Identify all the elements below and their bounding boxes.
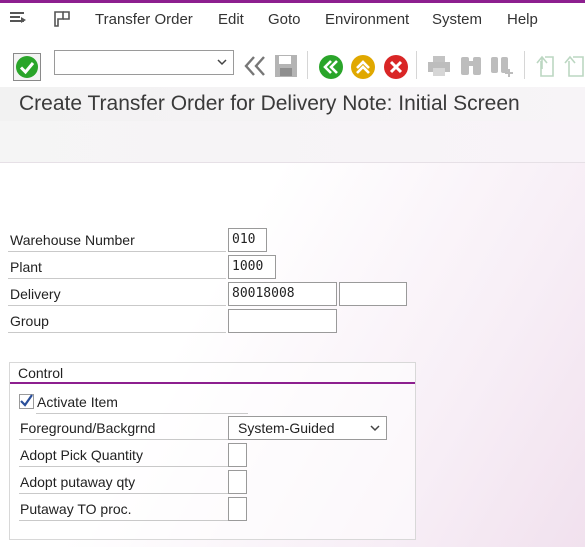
menu-icon[interactable] — [9, 10, 27, 29]
enter-icon — [16, 56, 38, 78]
warehouse-number-input[interactable]: 010 — [228, 228, 267, 252]
delivery-extra-input[interactable] — [339, 282, 407, 306]
delivery-input[interactable]: 80018008 — [228, 282, 337, 306]
control-group-title: Control — [18, 365, 64, 381]
plant-label: Plant — [8, 255, 226, 279]
adopt-putaway-qty-input[interactable] — [228, 470, 247, 494]
chevron-down-icon — [217, 59, 227, 66]
print-button[interactable] — [426, 53, 452, 82]
group-label: Group — [8, 309, 226, 333]
foreground-select-value: System-Guided — [238, 420, 335, 436]
foreground-select[interactable]: System-Guided — [228, 416, 387, 440]
enter-button[interactable] — [13, 53, 41, 81]
exit-icon — [351, 55, 375, 79]
command-field[interactable] — [54, 50, 234, 75]
first-page-button[interactable] — [533, 53, 557, 82]
warehouse-number-label: Warehouse Number — [8, 228, 226, 252]
plant-input[interactable]: 1000 — [228, 255, 276, 279]
double-left-icon — [244, 56, 265, 76]
save-button[interactable] — [273, 53, 299, 82]
standard-toolbar — [0, 37, 585, 87]
find-next-icon — [491, 57, 513, 77]
adopt-pick-qty-input[interactable] — [228, 443, 247, 467]
first-page-icon — [536, 55, 554, 77]
adopt-pick-qty-label: Adopt Pick Quantity — [19, 443, 228, 467]
delivery-label: Delivery — [8, 282, 226, 306]
find-button[interactable] — [458, 53, 484, 82]
menu-help[interactable]: Help — [507, 11, 538, 28]
exit-button[interactable] — [350, 54, 376, 83]
adopt-putaway-qty-label: Adopt putaway qty — [19, 470, 228, 494]
previous-page-button[interactable] — [563, 53, 585, 82]
group-input[interactable] — [228, 309, 337, 333]
menu-goto[interactable]: Goto — [268, 11, 301, 28]
menu-system[interactable]: System — [432, 11, 482, 28]
layout-menu-icon[interactable] — [53, 10, 73, 31]
checkmark-icon — [20, 394, 33, 407]
cancel-icon — [384, 55, 408, 79]
find-next-button[interactable] — [489, 53, 515, 82]
menu-environment[interactable]: Environment — [325, 11, 409, 28]
back-icon — [319, 55, 343, 79]
cancel-button[interactable] — [383, 54, 409, 83]
page-title: Create Transfer Order for Delivery Note:… — [19, 92, 520, 115]
double-left-button[interactable] — [242, 53, 268, 82]
activate-item-checkbox[interactable] — [19, 394, 34, 409]
control-group-header: Control — [10, 363, 415, 384]
title-bar: Create Transfer Order for Delivery Note:… — [0, 87, 585, 121]
menu-edit[interactable]: Edit — [218, 11, 244, 28]
previous-page-icon — [564, 55, 584, 77]
back-button[interactable] — [318, 54, 344, 83]
putaway-to-proc-input[interactable] — [228, 497, 247, 521]
foreground-label: Foreground/Backgrnd — [19, 416, 228, 440]
putaway-to-proc-label: Putaway TO proc. — [19, 497, 228, 521]
application-toolbar — [0, 121, 585, 163]
activate-item-label: Activate Item — [36, 390, 248, 414]
chevron-down-icon — [370, 425, 380, 432]
save-icon — [275, 55, 297, 77]
print-icon — [428, 56, 450, 76]
menu-bar: Transfer Order Edit Goto Environment Sys… — [0, 3, 585, 37]
find-icon — [461, 57, 481, 75]
menu-transfer-order[interactable]: Transfer Order — [95, 11, 193, 28]
